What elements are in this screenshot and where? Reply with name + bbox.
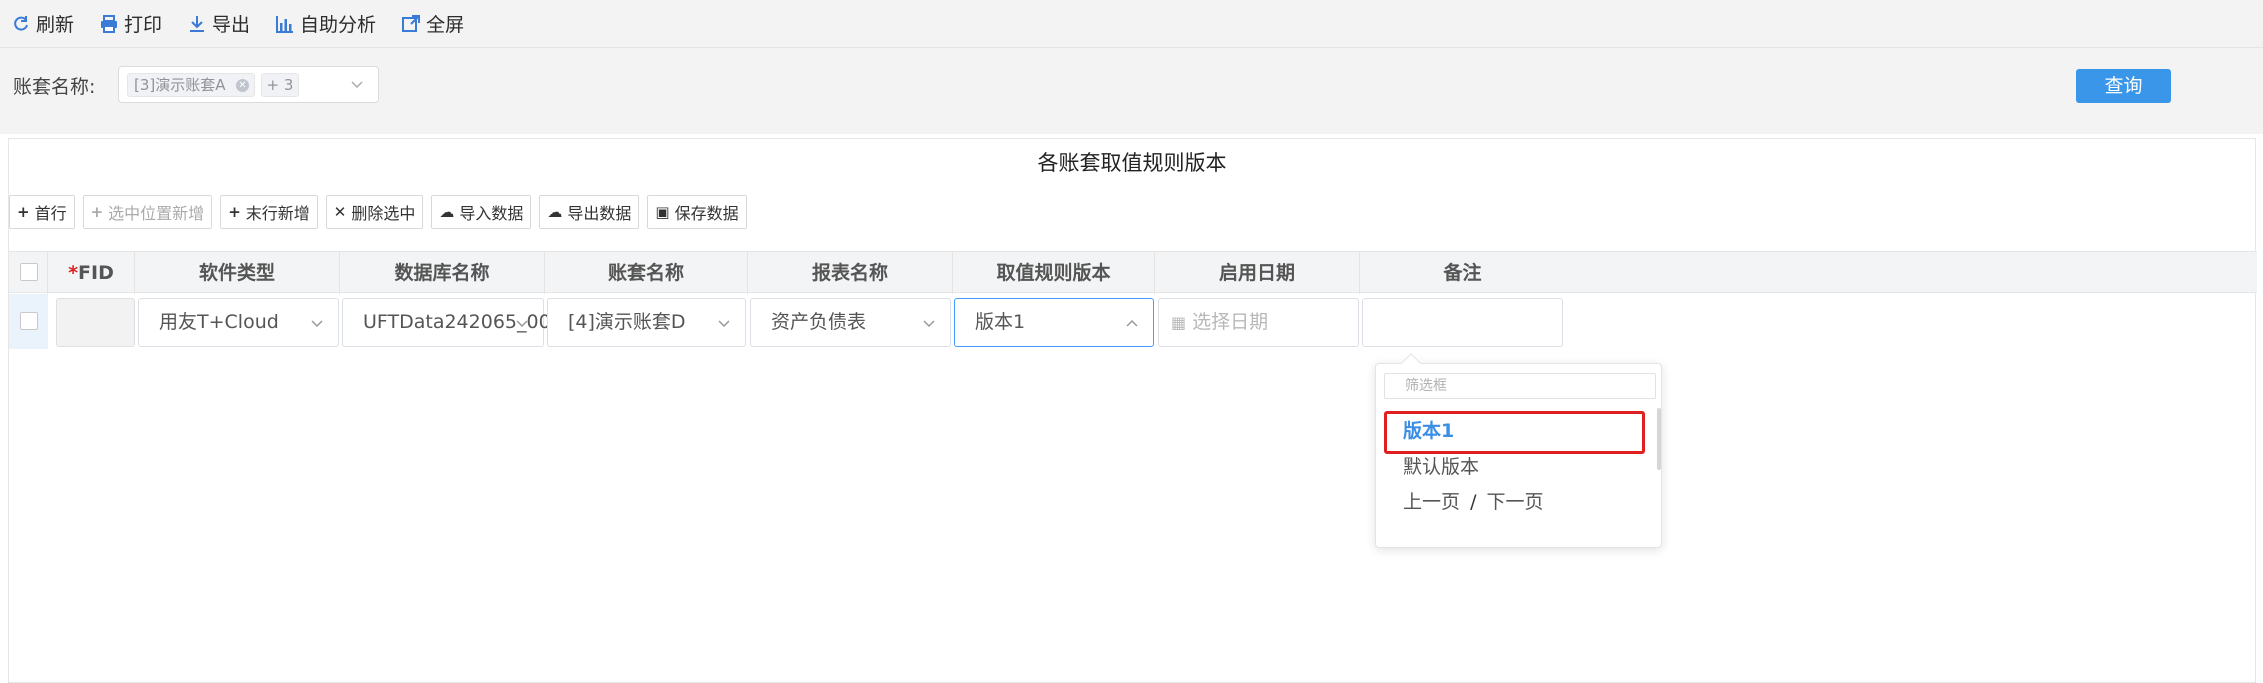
import-data-label: 导入数据 <box>459 204 524 223</box>
delete-selected-button[interactable]: ✕ 删除选中 <box>325 195 424 229</box>
version-select[interactable]: 版本1 <box>954 298 1154 347</box>
database-select[interactable]: UFTData242065_000004 <box>342 298 599 347</box>
chevron-down-icon <box>516 320 528 328</box>
selected-account-tag: [3]演示账套A ✕ <box>127 73 255 97</box>
fullscreen-icon <box>402 14 421 32</box>
close-icon: ✕ <box>333 203 347 221</box>
calendar-icon: ▦ <box>1171 313 1187 332</box>
page-separator: / <box>1470 491 1477 513</box>
col-header-report[interactable]: 报表名称 <box>748 252 953 294</box>
print-label: 打印 <box>124 14 163 36</box>
export-data-button[interactable]: ☁ 导出数据 <box>539 195 640 229</box>
export-data-label: 导出数据 <box>567 204 632 223</box>
highlight-box <box>1384 411 1645 454</box>
delete-selected-label: 删除选中 <box>351 204 416 223</box>
col-header-software[interactable]: 软件类型 <box>135 252 340 294</box>
table-row: 用友T+Cloud UFTData242065_000004 [4]演示账套D … <box>9 294 2257 349</box>
refresh-icon <box>14 15 28 31</box>
main-panel: 各账套取值规则版本 + 首行 + 选中位置新增 + 末行新增 ✕ 删除选中 ☁ 导入数据 … <box>8 138 2257 683</box>
cloud-upload-icon: ☁ <box>439 203 455 221</box>
refresh-button[interactable]: 刷新 <box>12 10 74 37</box>
plus-icon: + <box>17 203 30 221</box>
self-analysis-button[interactable]: 自助分析 <box>276 10 376 37</box>
append-row-label: 末行新增 <box>245 204 310 223</box>
refresh-label: 刷新 <box>36 14 75 36</box>
save-data-label: 保存数据 <box>674 204 739 223</box>
cloud-download-icon: ☁ <box>547 203 563 221</box>
dropdown-pagination: 上一页 / 下一页 <box>1376 484 1656 520</box>
version-value: 版本1 <box>975 311 1026 333</box>
printer-icon <box>101 14 118 33</box>
action-toolbar: + 首行 + 选中位置新增 + 末行新增 ✕ 删除选中 ☁ 导入数据 ☁ 导出数据 ▣ 保存数… <box>9 195 755 231</box>
print-button[interactable]: 打印 <box>100 10 162 37</box>
next-page-link[interactable]: 下一页 <box>1487 491 1544 513</box>
table-header: *FID 软件类型 数据库名称 账套名称 报表名称 取值规则版本 启用日期 备注 <box>9 251 2257 294</box>
tag-close-icon[interactable]: ✕ <box>236 79 249 92</box>
append-row-button[interactable]: + 末行新增 <box>220 195 318 229</box>
more-tags-count: + 3 <box>261 73 299 97</box>
top-toolbar: 刷新 打印 导出 自助分析 全屏 <box>0 0 2263 48</box>
report-select[interactable]: 资产负债表 <box>750 298 951 347</box>
plus-icon: + <box>228 203 241 221</box>
bar-chart-icon <box>276 15 294 33</box>
selected-account-tag-label: [3]演示账套A <box>134 76 226 94</box>
save-data-button[interactable]: ▣ 保存数据 <box>647 195 747 229</box>
select-all-checkbox[interactable] <box>20 263 38 281</box>
query-button[interactable]: 查询 <box>2076 69 2171 103</box>
col-header-fid[interactable]: *FID <box>48 252 135 294</box>
download-icon <box>190 15 205 32</box>
col-header-account[interactable]: 账套名称 <box>545 252 748 294</box>
chevron-down-icon <box>311 320 323 328</box>
self-analysis-label: 自助分析 <box>300 14 377 36</box>
row-select-cell <box>9 294 48 349</box>
plus-icon: + <box>90 203 104 221</box>
fullscreen-label: 全屏 <box>426 14 465 36</box>
software-type-value: 用友T+Cloud <box>159 311 279 333</box>
filter-bar: 账套名称: [3]演示账套A ✕ + 3 查询 ^ <box>0 48 2263 179</box>
col-header-date[interactable]: 启用日期 <box>1155 252 1360 294</box>
remark-input[interactable] <box>1362 298 1563 347</box>
required-star: * <box>68 262 79 284</box>
first-row-label: 首行 <box>34 204 67 223</box>
chevron-up-icon <box>1126 319 1138 327</box>
account-filter-label: 账套名称: <box>13 76 96 98</box>
col-header-version[interactable]: 取值规则版本 <box>953 252 1155 294</box>
dropdown-scrollbar[interactable] <box>1657 408 1661 470</box>
chevron-down-icon <box>351 81 363 89</box>
fullscreen-button[interactable]: 全屏 <box>402 10 464 37</box>
software-type-select[interactable]: 用友T+Cloud <box>138 298 339 347</box>
col-header-fid-label: FID <box>78 262 114 284</box>
export-label: 导出 <box>212 14 251 36</box>
row-checkbox[interactable] <box>20 312 38 330</box>
page-title: 各账套取值规则版本 <box>1037 151 1227 175</box>
chevron-down-icon <box>923 320 935 328</box>
start-date-placeholder: 选择日期 <box>1192 311 1269 333</box>
insert-at-selection-label: 选中位置新增 <box>108 204 205 223</box>
import-data-button[interactable]: ☁ 导入数据 <box>431 195 532 229</box>
first-row-button[interactable]: + 首行 <box>9 195 75 229</box>
account-select[interactable]: [4]演示账套D <box>547 298 746 347</box>
export-button[interactable]: 导出 <box>188 10 250 37</box>
save-icon: ▣ <box>655 203 670 221</box>
account-value: [4]演示账套D <box>568 311 686 333</box>
account-multiselect[interactable]: [3]演示账套A ✕ + 3 <box>118 66 379 103</box>
select-all-cell <box>9 252 48 294</box>
col-header-database[interactable]: 数据库名称 <box>340 252 545 294</box>
fid-cell <box>56 298 135 347</box>
chevron-down-icon <box>718 320 730 328</box>
dropdown-option-default-version[interactable]: 默认版本 <box>1376 449 1656 485</box>
dropdown-filter-input[interactable]: 筛选框 <box>1384 373 1656 399</box>
col-header-remark[interactable]: 备注 <box>1360 252 1565 294</box>
prev-page-link[interactable]: 上一页 <box>1403 491 1460 513</box>
insert-at-selection-button[interactable]: + 选中位置新增 <box>82 195 213 229</box>
version-dropdown: 筛选框 版本1 默认版本 上一页 / 下一页 <box>1375 353 1662 548</box>
start-date-picker[interactable]: ▦ 选择日期 <box>1158 298 1359 347</box>
report-value: 资产负债表 <box>771 311 867 333</box>
